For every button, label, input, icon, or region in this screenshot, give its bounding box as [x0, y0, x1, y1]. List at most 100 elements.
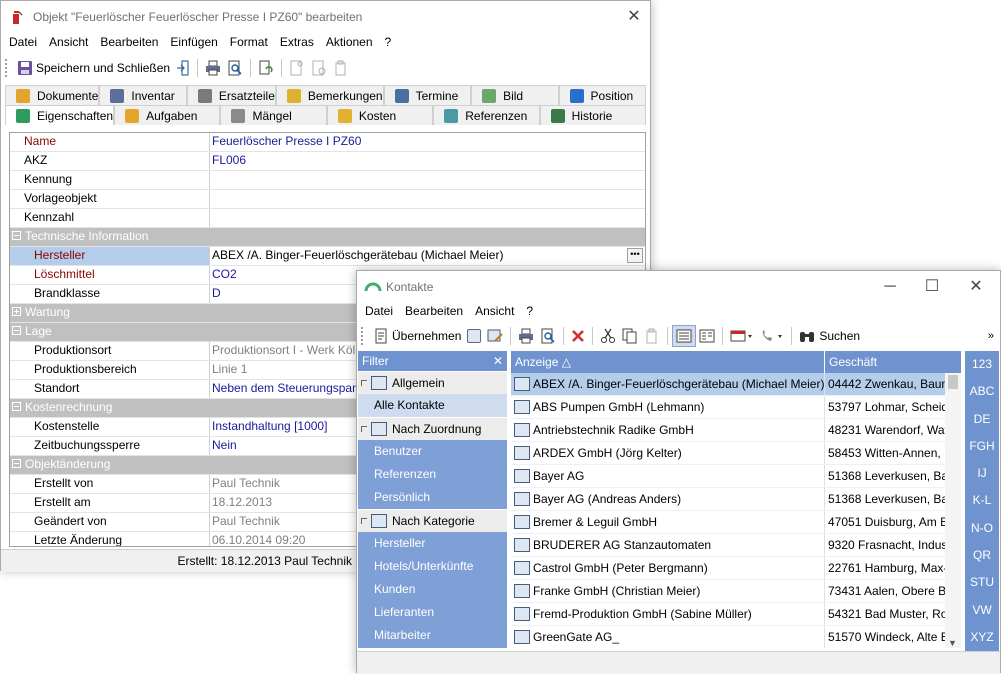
search-button[interactable]: Suchen	[796, 326, 863, 346]
contact-card-icon[interactable]	[464, 326, 484, 346]
tab-ersatzteile[interactable]: Ersatzteile	[186, 85, 276, 105]
property-row-kennzahl[interactable]: Kennzahl	[10, 209, 645, 228]
menu-item-bearbeiten[interactable]: Bearbeiten	[405, 304, 463, 318]
print-preview-icon[interactable]	[224, 58, 246, 78]
save-close-button[interactable]: Speichern und Schließen	[14, 58, 173, 78]
tab-eigenschaften[interactable]: Eigenschaften	[5, 105, 115, 125]
copy-doc-icon[interactable]	[308, 58, 330, 78]
alpha-index-vw[interactable]: VW	[965, 597, 999, 624]
property-value[interactable]	[210, 171, 645, 189]
tab-referenzen[interactable]: Referenzen	[433, 105, 540, 125]
minimize-icon[interactable]: ─	[880, 277, 900, 297]
filter-item-lieferanten[interactable]: Lieferanten	[358, 601, 507, 624]
pin-icon[interactable]	[361, 380, 367, 386]
table-row[interactable]: Bayer AG (Andreas Anders) 51368 Leverkuse…	[511, 488, 961, 511]
ellipsis-button[interactable]: •••	[627, 248, 643, 263]
tab-bild[interactable]: Bild	[471, 85, 559, 105]
print-preview-icon[interactable]	[537, 326, 559, 346]
column-header-geschaeft[interactable]: Geschäft	[825, 351, 961, 373]
menu-item-help[interactable]: ?	[526, 304, 533, 318]
new-doc-icon[interactable]	[286, 58, 308, 78]
table-row[interactable]: ARDEX GmbH (Jörg Kelter) 58453 Witten-Ann…	[511, 442, 961, 465]
table-row[interactable]: Franke GmbH (Christian Meier) 73431 Aalen…	[511, 580, 961, 603]
property-value[interactable]: ABEX /A. Binger-Feuerlöschgerätebau (Mic…	[210, 247, 645, 265]
uebernehmen-button[interactable]: Übernehmen	[370, 326, 464, 346]
edit-contact-icon[interactable]	[484, 326, 506, 346]
toolbar-grip[interactable]	[5, 59, 10, 77]
filter-group-allgemein[interactable]: Allgemein	[358, 371, 507, 394]
property-row-kennung[interactable]: Kennung	[10, 171, 645, 190]
tab-position[interactable]: Position	[558, 85, 646, 105]
filter-item-referenzen[interactable]: Referenzen	[358, 463, 507, 486]
pin-icon[interactable]	[361, 518, 367, 524]
column-header-anzeige[interactable]: Anzeige △	[511, 351, 825, 373]
print-icon[interactable]	[202, 58, 224, 78]
tab-dokumente[interactable]: Dokumente	[5, 85, 100, 105]
alpha-index-xyz[interactable]: XYZ	[965, 624, 999, 651]
exit-icon[interactable]	[173, 58, 193, 78]
collapse-icon[interactable]	[12, 459, 21, 468]
collapse-icon[interactable]	[12, 326, 21, 335]
menu-item-format[interactable]: Format	[230, 35, 268, 49]
menu-item-datei[interactable]: Datei	[365, 304, 393, 318]
filter-item-benutzer[interactable]: Benutzer	[358, 440, 507, 463]
alpha-index-ij[interactable]: IJ	[965, 460, 999, 487]
table-row[interactable]: GreenGate AG_ 51570 Windeck, Alte B	[511, 626, 961, 648]
close-icon[interactable]: ✕	[493, 354, 503, 368]
collapse-icon[interactable]	[12, 231, 21, 240]
property-row-vorlageobjekt[interactable]: Vorlageobjekt	[10, 190, 645, 209]
property-value[interactable]	[210, 209, 645, 227]
tab-kosten[interactable]: Kosten	[326, 105, 434, 125]
tab-historie[interactable]: Historie	[539, 105, 647, 125]
paste-doc-icon[interactable]	[330, 58, 352, 78]
table-row[interactable]: Fremd-Produktion GmbH (Sabine Müller) 543…	[511, 603, 961, 626]
maximize-icon[interactable]: ☐	[922, 277, 942, 297]
menu-item-aktionen[interactable]: Aktionen	[326, 35, 373, 49]
table-row[interactable]: ABEX /A. Binger-Feuerlöschgerätebau (Mic…	[511, 373, 961, 396]
property-row-hersteller[interactable]: Hersteller ABEX /A. Binger-Feuerlöschgerä…	[10, 247, 645, 266]
paste-icon[interactable]	[641, 326, 663, 346]
menu-item-bearbeiten[interactable]: Bearbeiten	[100, 35, 158, 49]
collapse-icon[interactable]	[12, 402, 21, 411]
filter-group-nach-zuordnung[interactable]: Nach Zuordnung	[358, 417, 507, 440]
close-icon[interactable]: ✕	[624, 7, 644, 27]
filter-item-hotels-unterkunfte[interactable]: Hotels/Unterkünfte	[358, 555, 507, 578]
table-row[interactable]: ABS Pumpen GmbH (Lehmann) 53797 Lohmar, S…	[511, 396, 961, 419]
print-icon[interactable]	[515, 326, 537, 346]
phone-dropdown-icon[interactable]	[757, 326, 787, 346]
menu-item-help[interactable]: ?	[385, 35, 392, 49]
tab-mangel[interactable]: Mängel	[220, 105, 327, 125]
alpha-index-k-l[interactable]: K-L	[965, 487, 999, 514]
pin-icon[interactable]	[361, 426, 367, 432]
table-row[interactable]: Bayer AG 51368 Leverkusen, Bay	[511, 465, 961, 488]
toolbar-grip[interactable]	[361, 327, 366, 345]
expand-icon[interactable]	[12, 307, 21, 316]
scroll-thumb[interactable]	[948, 375, 958, 389]
menu-item-datei[interactable]: Datei	[9, 35, 37, 49]
property-value[interactable]	[210, 190, 645, 208]
alpha-index-de[interactable]: DE	[965, 406, 999, 433]
detail-view-icon[interactable]	[696, 326, 718, 346]
refresh-icon[interactable]	[255, 58, 277, 78]
filter-item-hersteller[interactable]: Hersteller	[358, 532, 507, 555]
menu-item-einfugen[interactable]: Einfügen	[170, 35, 217, 49]
list-view-icon[interactable]	[672, 325, 697, 347]
alpha-index-123[interactable]: 123	[965, 351, 999, 378]
table-row[interactable]: Castrol GmbH (Peter Bergmann) 22761 Hambu…	[511, 557, 961, 580]
alpha-index-qr[interactable]: QR	[965, 542, 999, 569]
vertical-scrollbar[interactable]: ▼	[945, 373, 961, 648]
alpha-index-n-o[interactable]: N-O	[965, 515, 999, 542]
property-value[interactable]: Feuerlöscher Presse I PZ60	[210, 133, 645, 151]
filter-group-nach-kategorie[interactable]: Nach Kategorie	[358, 509, 507, 532]
filter-item-personlich[interactable]: Persönlich	[358, 486, 507, 509]
alpha-index-abc[interactable]: ABC	[965, 378, 999, 405]
table-row[interactable]: Bremer & Leguil GmbH 47051 Duisburg, Am B	[511, 511, 961, 534]
filter-item-mitarbeiter[interactable]: Mitarbeiter	[358, 624, 507, 647]
tab-termine[interactable]: Termine	[383, 85, 472, 105]
scroll-down-icon[interactable]: ▼	[948, 638, 957, 648]
card-dropdown-icon[interactable]	[727, 326, 757, 346]
alpha-index-stu[interactable]: STU	[965, 569, 999, 596]
tab-bemerkungen[interactable]: Bemerkungen	[275, 85, 384, 105]
menu-item-ansicht[interactable]: Ansicht	[475, 304, 514, 318]
tab-aufgaben[interactable]: Aufgaben	[114, 105, 221, 125]
